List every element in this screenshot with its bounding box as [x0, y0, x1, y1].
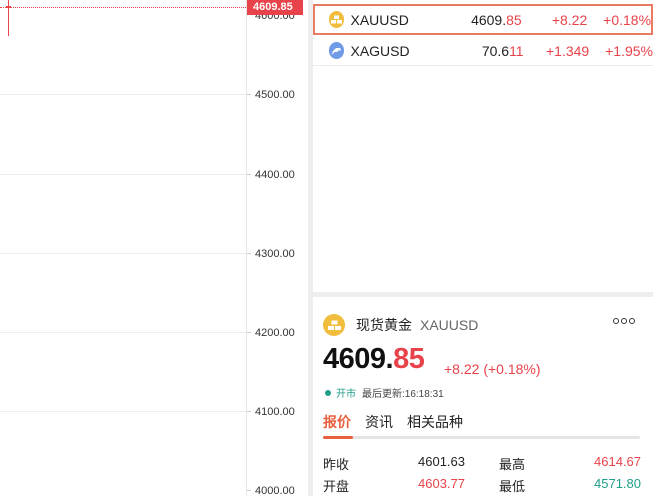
price-chart[interactable]	[0, 0, 246, 496]
quote-row: 开盘 4603.77 最低 4571.80	[323, 476, 641, 494]
grid-line	[0, 332, 246, 333]
quote-value: 4601.63	[418, 454, 465, 469]
quote-value: 4571.80	[594, 476, 641, 491]
price-change: +8.22 (+0.18%)	[444, 361, 541, 377]
tick-mark	[247, 332, 251, 333]
watchlist: XAUUSD 4609.85 +8.22 +0.18% XAGUSD 70.61…	[313, 0, 653, 292]
quote-label: 开盘	[323, 479, 350, 494]
status-dot-icon	[325, 389, 331, 396]
status-label: 开市	[336, 389, 356, 400]
current-price-line	[0, 7, 246, 8]
axis-tick-label: 4500.00	[255, 89, 295, 101]
last-updated: 最后更新:16:18:31	[362, 389, 444, 400]
current-price-tag: 4609.85	[247, 0, 303, 15]
grid-line	[0, 411, 246, 412]
price-axis[interactable]: 4600.00 4500.00 4400.00 4300.00 4200.00 …	[246, 0, 308, 496]
watchlist-price: 4609.85	[471, 11, 522, 28]
tick-mark	[247, 411, 251, 412]
watchlist-change: +8.22	[551, 11, 588, 28]
axis-tick-label: 4400.00	[255, 169, 295, 181]
quote-value: 4614.67	[594, 454, 641, 469]
axis-tick-label: 4300.00	[255, 248, 295, 260]
instrument-detail: 现货黄金 XAUUSD 4609.85 +8.22 (+0.18%) 开市 最后…	[313, 297, 653, 496]
watchlist-row-xauusd[interactable]: XAUUSD 4609.85 +8.22 +0.18%	[313, 4, 653, 35]
current-price: 4609.85	[323, 343, 425, 375]
quote-label: 昨收	[323, 457, 350, 472]
tab-news[interactable]: 资讯	[365, 412, 393, 432]
more-dots-icon	[629, 318, 635, 324]
quote-label: 最低	[499, 479, 526, 494]
watchlist-price: 70.611	[481, 42, 524, 59]
watchlist-row-xagusd[interactable]: XAGUSD 70.611 +1.349 +1.95%	[313, 36, 653, 66]
tick-mark	[247, 490, 251, 491]
quote-label: 最高	[499, 457, 526, 472]
grid-line	[0, 174, 246, 175]
quote-row: 昨收 4601.63 最高 4614.67	[323, 454, 641, 472]
watchlist-symbol: XAUUSD	[350, 11, 409, 28]
watchlist-change-percent: +1.95%	[605, 42, 653, 59]
gold-bar-icon	[323, 314, 345, 336]
axis-tick-label: 4100.00	[255, 406, 295, 418]
tick-mark	[247, 174, 251, 175]
more-dots-icon	[621, 318, 627, 324]
more-options-button[interactable]	[613, 318, 635, 324]
tab-related[interactable]: 相关品种	[407, 412, 463, 432]
axis-tick-label: 4000.00	[255, 485, 295, 496]
watchlist-symbol: XAGUSD	[350, 42, 410, 59]
axis-tick-label: 4200.00	[255, 327, 295, 339]
grid-line	[0, 94, 246, 95]
tick-mark	[247, 94, 251, 95]
detail-header: 现货黄金 XAUUSD	[323, 314, 478, 336]
tab-indicator	[323, 436, 353, 439]
watchlist-change-percent: +0.18%	[603, 11, 652, 28]
candle-body	[6, 6, 11, 8]
tab-quote[interactable]: 报价	[323, 412, 351, 432]
grid-line	[0, 253, 246, 254]
gold-bar-icon	[329, 11, 345, 28]
quote-value: 4603.77	[418, 476, 465, 491]
detail-tabs: 报价 资讯 相关品种	[323, 412, 463, 432]
tab-indicator-track	[323, 436, 640, 439]
market-status: 开市 最后更新:16:18:31	[325, 385, 444, 400]
instrument-name: 现货黄金	[356, 317, 412, 333]
silver-bar-icon	[329, 42, 345, 59]
instrument-code: XAUUSD	[420, 317, 479, 333]
watchlist-change: +1.349	[546, 42, 590, 59]
tick-mark	[247, 253, 251, 254]
more-dots-icon	[613, 318, 619, 324]
